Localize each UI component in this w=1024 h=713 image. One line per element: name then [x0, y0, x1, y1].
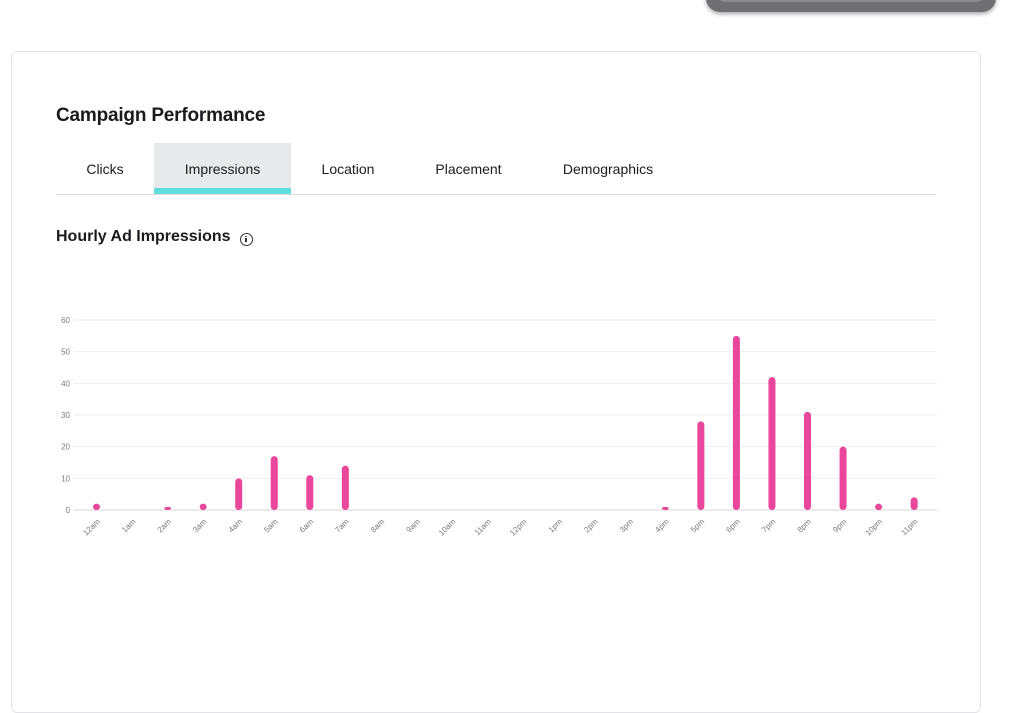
x-tick-label: 8pm: [796, 517, 814, 535]
bar-7pm[interactable]: [768, 377, 776, 510]
x-tick-label: 3am: [191, 517, 209, 535]
bar-12am[interactable]: [93, 503, 100, 510]
bar-6am[interactable]: [306, 475, 314, 510]
x-tick-label: 12am: [81, 517, 102, 538]
x-tick-label: 4pm: [653, 517, 671, 535]
x-tick-label: 10pm: [863, 517, 884, 538]
y-tick-label: 30: [61, 411, 70, 420]
y-tick-label: 40: [61, 379, 70, 388]
y-tick-label: 60: [61, 316, 70, 325]
x-tick-label: 1am: [120, 517, 138, 535]
x-tick-label: 11pm: [899, 517, 919, 537]
bar-8pm[interactable]: [804, 411, 811, 510]
bar-9pm[interactable]: [839, 446, 847, 510]
x-tick-label: 5am: [262, 517, 280, 535]
bar-5am[interactable]: [270, 456, 278, 510]
x-tick-label: 3pm: [618, 517, 636, 535]
y-tick-label: 50: [61, 348, 70, 357]
x-tick-label: 7am: [333, 517, 351, 535]
hourly-impressions-chart: 0 10 20 30 40 50 60 12am 1am 2am 3am 4am 5am 6am 7am 8a…: [61, 316, 937, 538]
bar-4pm[interactable]: [661, 506, 669, 510]
x-tick-label: 5pm: [689, 517, 707, 535]
x-tick-label: 4am: [227, 517, 245, 535]
y-tick-label: 0: [66, 506, 71, 515]
x-tick-label: 6pm: [724, 517, 742, 535]
x-tick-label: 2pm: [582, 517, 600, 535]
x-tick-label: 10am: [437, 517, 458, 538]
bar-11pm[interactable]: [910, 497, 918, 510]
x-tick-label: 9pm: [831, 517, 849, 535]
overlay-popup-edge: [706, 0, 996, 12]
campaign-performance-card: Campaign Performance Clicks Impressions …: [11, 51, 981, 713]
y-tick-label: 20: [61, 443, 70, 452]
x-tick-label: 11am: [473, 517, 493, 537]
bar-3am[interactable]: [199, 503, 207, 510]
bar-5pm[interactable]: [697, 421, 705, 510]
bar-7am[interactable]: [341, 465, 349, 510]
bar-4am[interactable]: [235, 478, 243, 510]
y-tick-label: 10: [61, 474, 70, 483]
x-tick-label: 8am: [369, 517, 387, 535]
x-tick-label: 9am: [404, 517, 422, 535]
x-tick-label: 7pm: [760, 517, 778, 535]
x-tick-label: 1pm: [547, 517, 565, 535]
bar-6pm[interactable]: [732, 335, 740, 510]
x-tick-label: 6am: [298, 517, 316, 535]
x-tick-label: 2am: [156, 517, 174, 535]
bar-10pm[interactable]: [875, 503, 883, 510]
bar-2am[interactable]: [164, 506, 172, 510]
x-tick-label: 12pm: [508, 517, 529, 538]
